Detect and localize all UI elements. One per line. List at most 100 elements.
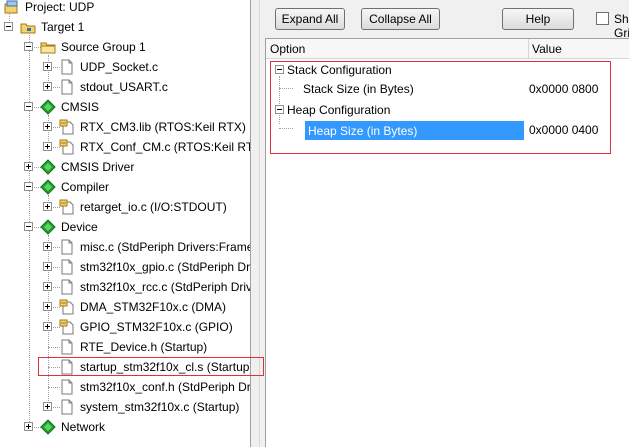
tree-group[interactable]: CMSIS Driver [24, 157, 135, 177]
expand-icon[interactable] [43, 242, 52, 251]
tree-group[interactable]: CMSIS [24, 97, 100, 117]
expand-icon[interactable] [43, 82, 52, 91]
rte-window: Project: UDP Target 1 Source Group 1 UDP_… [0, 0, 629, 447]
tree-file[interactable]: RTX_Conf_CM.c (RTOS:Keil RTX) [43, 137, 250, 157]
tree-file-label: stm32f10x_conf.h (StdPeriph Drivers:Fram… [80, 380, 250, 394]
tree-file-label: DMA_STM32F10x.c (DMA) [80, 300, 227, 314]
options-grid[interactable]: Option Value Stack Configuration Stack S… [265, 38, 629, 447]
tree-file-label: RTX_CM3.lib (RTOS:Keil RTX) [80, 120, 246, 134]
file-icon [59, 239, 75, 255]
file-icon [59, 279, 75, 295]
grid-row-heap-configuration[interactable]: Heap Configuration [270, 100, 390, 120]
show-grid-label: Show Grid [614, 12, 629, 40]
tree-project-root[interactable]: Project: UDP [4, 0, 95, 17]
component-icon [40, 99, 56, 115]
target-label: Target 1 [41, 20, 85, 34]
file-icon [59, 59, 75, 75]
option-label: Stack Size (in Bytes) [303, 82, 414, 96]
tree-file-label: stm32f10x_gpio.c (StdPeriph Drivers:GPIO… [80, 260, 250, 274]
tree-file[interactable]: GPIO_STM32F10x.c (GPIO) [43, 317, 234, 337]
tree-file[interactable]: UDP_Socket.c [43, 57, 159, 77]
tree-file-label: UDP_Socket.c [80, 60, 159, 74]
tree-file-label: system_stm32f10x.c (Startup) [80, 400, 240, 414]
tree-file[interactable]: stm32f10x_conf.h (StdPeriph Drivers:Fram… [43, 377, 250, 397]
expand-icon[interactable] [24, 422, 33, 431]
tree-target[interactable]: Target 1 [4, 17, 85, 37]
grid-row-stack-configuration[interactable]: Stack Configuration [270, 60, 392, 80]
tree-file-label: RTX_Conf_CM.c (RTOS:Keil RTX) [80, 140, 250, 154]
tree-group[interactable]: Source Group 1 [24, 37, 147, 57]
grid-header: Option Value [266, 39, 629, 59]
config-file-icon [59, 319, 75, 335]
project-icon [4, 0, 20, 15]
project-tree[interactable]: Project: UDP Target 1 Source Group 1 UDP_… [0, 0, 250, 447]
collapse-icon[interactable] [24, 222, 33, 231]
collapse-icon[interactable] [24, 102, 33, 111]
component-icon [40, 219, 56, 235]
expand-icon[interactable] [43, 322, 52, 331]
expand-icon[interactable] [43, 62, 52, 71]
tree-group[interactable]: Network [24, 417, 106, 437]
tree-file-label: misc.c (StdPeriph Drivers:Framework) [80, 240, 250, 254]
tree-group-label: Device [61, 220, 98, 234]
config-file-icon [59, 139, 75, 155]
config-file-icon [59, 199, 75, 215]
tree-group[interactable]: Device [24, 217, 99, 237]
grid-row-heap-size-selected[interactable]: Heap Size (in Bytes) [305, 121, 524, 140]
component-icon [40, 159, 56, 175]
tree-file-label: stdout_USART.c [80, 80, 168, 94]
component-icon [40, 179, 56, 195]
expand-icon[interactable] [43, 402, 52, 411]
tree-group[interactable]: Compiler [24, 177, 110, 197]
collapse-all-button[interactable]: Collapse All [361, 8, 440, 30]
collapse-icon[interactable] [275, 65, 284, 74]
option-value[interactable]: 0x0000 0400 [529, 120, 598, 140]
tree-file[interactable]: retarget_io.c (I/O:STDOUT) [43, 197, 228, 217]
collapse-icon[interactable] [24, 182, 33, 191]
expand-icon[interactable] [43, 262, 52, 271]
tree-file-label: stm32f10x_rcc.c (StdPeriph Drivers:RCC) [80, 280, 250, 294]
grid-tree-line [279, 128, 293, 129]
tree-file[interactable]: DMA_STM32F10x.c (DMA) [43, 297, 227, 317]
panel-splitter[interactable] [250, 0, 260, 447]
expand-icon[interactable] [43, 122, 52, 131]
tree-file-label: retarget_io.c (I/O:STDOUT) [80, 200, 227, 214]
file-icon [59, 79, 75, 95]
collapse-icon[interactable] [24, 42, 33, 51]
tree-file[interactable]: system_stm32f10x.c (Startup) [43, 397, 240, 417]
expand-icon[interactable] [43, 142, 52, 151]
expand-icon[interactable] [43, 282, 52, 291]
show-grid-checkbox[interactable] [596, 12, 609, 25]
tree-file-label: RTE_Device.h (Startup) [80, 340, 208, 354]
component-icon [40, 419, 56, 435]
option-value[interactable]: 0x0000 0800 [529, 79, 598, 99]
tree-file[interactable]: stm32f10x_gpio.c (StdPeriph Drivers:GPIO… [43, 257, 250, 277]
expand-icon[interactable] [24, 162, 33, 171]
tree-file[interactable]: stdout_USART.c [43, 77, 169, 97]
file-icon [59, 399, 75, 415]
collapse-icon[interactable] [4, 22, 13, 31]
project-label: Project: UDP [25, 0, 95, 14]
wizard-toolbar: Expand All Collapse All Help Show Grid [260, 0, 629, 40]
collapse-icon[interactable] [275, 105, 284, 114]
column-header-option[interactable]: Option [266, 39, 305, 59]
column-header-value[interactable]: Value [528, 39, 562, 59]
tree-file[interactable]: stm32f10x_rcc.c (StdPeriph Drivers:RCC) [43, 277, 250, 297]
tree-file-label: GPIO_STM32F10x.c (GPIO) [80, 320, 233, 334]
expand-icon[interactable] [43, 302, 52, 311]
file-icon [59, 259, 75, 275]
file-icon [59, 359, 75, 375]
tree-file[interactable]: RTX_CM3.lib (RTOS:Keil RTX) [43, 117, 247, 137]
help-button[interactable]: Help [502, 8, 574, 30]
tree-file[interactable]: RTE_Device.h (Startup) [43, 337, 208, 357]
folder-icon [40, 39, 56, 55]
tree-file[interactable]: misc.c (StdPeriph Drivers:Framework) [43, 237, 250, 257]
tree-group-label: CMSIS [61, 100, 100, 114]
tree-file[interactable]: startup_stm32f10x_cl.s (Startup) [43, 357, 250, 377]
config-wizard-panel: Expand All Collapse All Help Show Grid O… [260, 0, 629, 447]
expand-all-button[interactable]: Expand All [275, 8, 345, 30]
grid-tree-line [279, 88, 293, 89]
tree-group-label: CMSIS Driver [61, 160, 135, 174]
expand-icon[interactable] [43, 202, 52, 211]
grid-row-stack-size[interactable]: Stack Size (in Bytes) [303, 79, 414, 99]
